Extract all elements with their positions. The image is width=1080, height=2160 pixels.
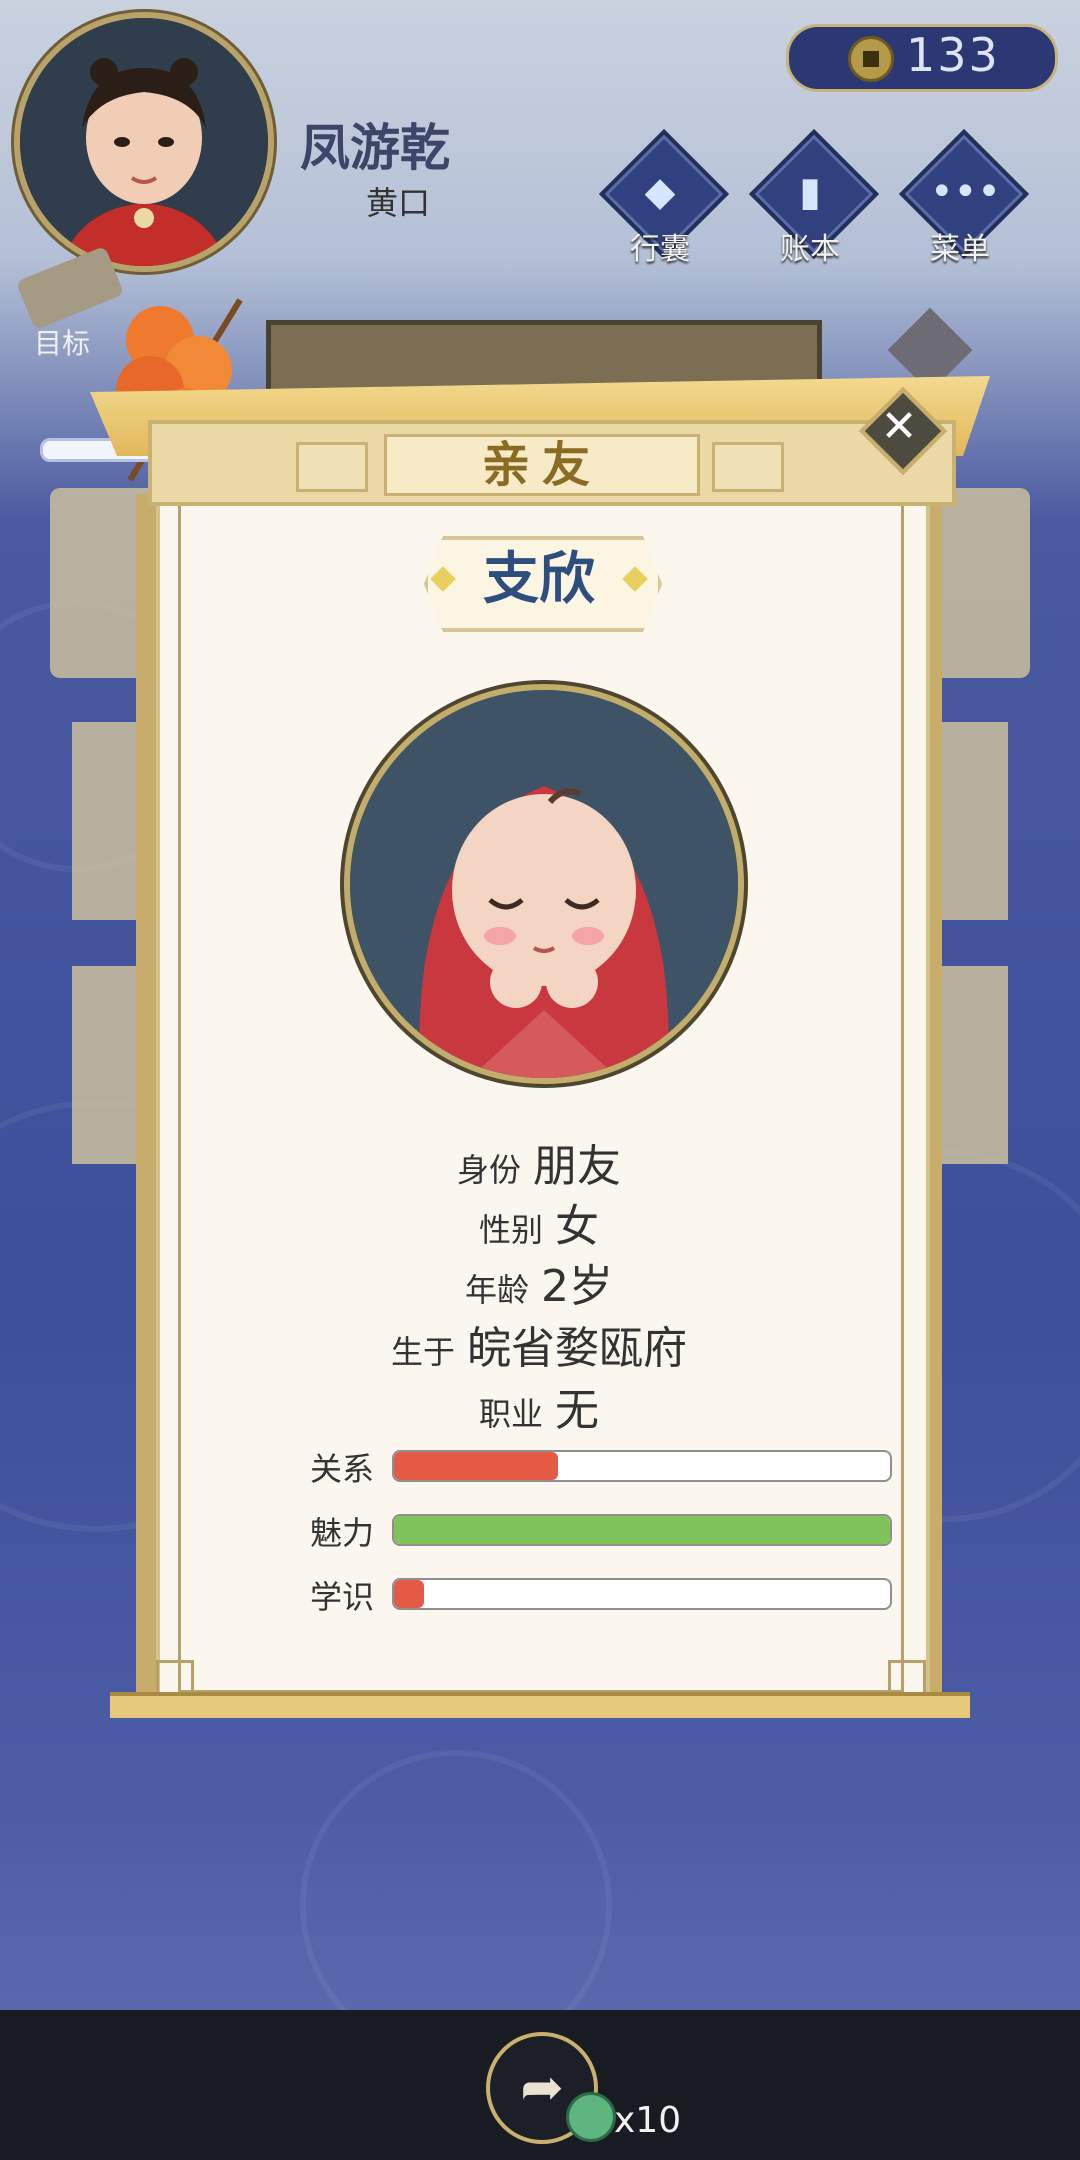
info-birthplace-key: 生于 — [390, 1333, 455, 1371]
info-gender: 性别女 — [156, 1190, 922, 1254]
nav-bag-button[interactable]: ◆ 行囊 — [598, 128, 730, 267]
info-occupation-value: 无 — [555, 1385, 599, 1436]
menu-dots-icon: ••• — [930, 169, 1001, 215]
stat-relation-label: 关系 — [310, 1450, 375, 1488]
info-gender-value: 女 — [555, 1201, 599, 1252]
header-side-plate — [712, 442, 784, 492]
dialog-bottom-rod — [110, 1692, 970, 1718]
person-name: 支欣 — [483, 547, 595, 612]
stat-knowledge-bar — [392, 1578, 892, 1610]
info-birthplace: 生于 皖省婺瓯府 — [156, 1312, 922, 1376]
info-identity-value: 朋友 — [533, 1141, 621, 1192]
close-icon: ✕ — [880, 401, 918, 452]
player-rank: 黄口 — [366, 184, 431, 222]
dialog-title-plate: 亲友 — [384, 434, 700, 496]
stat-charm-label: 魅力 — [310, 1514, 375, 1552]
stat-relation-bar — [392, 1450, 892, 1482]
nav-ledger-button[interactable]: ▮ 账本 — [748, 128, 880, 267]
coin-icon — [848, 36, 894, 82]
info-age-key: 年龄 — [464, 1271, 529, 1309]
info-identity-key: 身份 — [456, 1151, 521, 1189]
header-side-plate — [296, 442, 368, 492]
player-portrait-art — [20, 18, 268, 266]
player-avatar[interactable] — [14, 12, 274, 272]
share-count: x10 — [614, 2100, 682, 2141]
stat-charm-fill — [394, 1516, 890, 1544]
ledger-icon: ▮ — [798, 169, 821, 215]
bag-icon: ◆ — [644, 169, 676, 215]
info-gender-key: 性别 — [478, 1211, 543, 1249]
stat-knowledge-fill — [394, 1580, 424, 1608]
info-age: 年龄 2岁 — [156, 1250, 922, 1314]
close-button[interactable]: ✕ — [859, 387, 947, 475]
info-birthplace-value: 皖省婺瓯府 — [467, 1323, 687, 1374]
person-portrait — [344, 684, 744, 1084]
goal-label[interactable]: 目标 — [34, 322, 90, 362]
info-occupation: 职业无 — [156, 1374, 922, 1438]
nav-bag-label: 行囊 — [630, 232, 690, 267]
info-identity: 身份 朋友 — [156, 1130, 922, 1194]
info-occupation-key: 职业 — [478, 1395, 543, 1433]
stat-relation-fill — [394, 1452, 558, 1480]
nav-menu-button[interactable]: ••• 菜单 — [898, 128, 1030, 267]
coin-value: 133 — [906, 28, 1000, 82]
info-age-value: 2岁 — [541, 1261, 613, 1312]
background-swirl — [300, 1750, 612, 2010]
player-name: 凤游乾 — [300, 119, 450, 177]
nav-ledger-label: 账本 — [780, 232, 840, 267]
jade-coin-icon — [566, 2092, 616, 2142]
stat-charm-bar — [392, 1514, 892, 1546]
dialog-title: 亲友 — [481, 437, 602, 493]
stat-knowledge-label: 学识 — [310, 1578, 375, 1616]
baby-portrait-art — [350, 690, 738, 1078]
nav-menu-label: 菜单 — [930, 232, 990, 267]
